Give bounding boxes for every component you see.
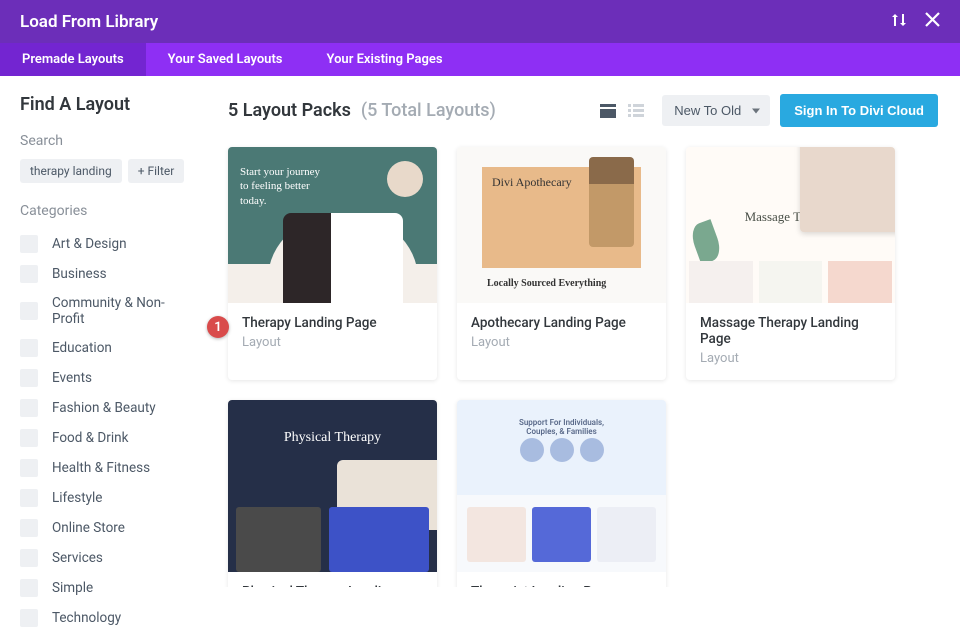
thumb-headline: Start your journey to feeling better tod… xyxy=(240,165,330,208)
category-label: Community & Non-Profit xyxy=(52,295,190,327)
checkbox-icon[interactable] xyxy=(20,489,38,507)
category-label: Fashion & Beauty xyxy=(52,400,156,416)
results-count: 5 Layout Packs xyxy=(228,100,351,121)
checkbox-icon[interactable] xyxy=(20,609,38,627)
checkbox-icon[interactable] xyxy=(20,265,38,283)
sort-icon[interactable] xyxy=(891,12,907,32)
card-thumbnail: Massage Therapy xyxy=(686,147,895,303)
category-label: Food & Drink xyxy=(52,430,128,446)
card-subtitle: Layout xyxy=(700,351,881,366)
category-item[interactable]: Fashion & Beauty xyxy=(20,393,190,423)
category-label: Art & Design xyxy=(52,236,127,252)
category-label: Services xyxy=(52,550,103,566)
category-label: Health & Fitness xyxy=(52,460,150,476)
category-item[interactable]: Events xyxy=(20,363,190,393)
category-label: Technology xyxy=(52,610,121,626)
category-label: Simple xyxy=(52,580,93,596)
category-label: Business xyxy=(52,266,107,282)
checkbox-icon[interactable] xyxy=(20,459,38,477)
sidebar: Find A Layout Search therapy landing + F… xyxy=(0,76,210,587)
filter-button[interactable]: + Filter xyxy=(128,159,185,183)
step-badge: 1 xyxy=(207,316,229,338)
modal-title: Load From Library xyxy=(20,12,891,32)
list-view-icon[interactable] xyxy=(628,104,644,118)
layout-card[interactable]: Divi Apothecary Locally Sourced Everythi… xyxy=(457,147,666,380)
category-item[interactable]: Lifestyle xyxy=(20,483,190,513)
card-thumbnail: Divi Apothecary Locally Sourced Everythi… xyxy=(457,147,666,303)
layout-grid: Start your journey to feeling better tod… xyxy=(228,147,938,587)
category-item[interactable]: Simple xyxy=(20,573,190,603)
checkbox-icon[interactable] xyxy=(20,549,38,567)
sort-select[interactable]: New To Old xyxy=(662,95,770,126)
card-title: Massage Therapy Landing Page xyxy=(700,315,881,347)
tab-existing-pages[interactable]: Your Existing Pages xyxy=(305,43,465,76)
layout-card[interactable]: Physical Therapy Physical Therapy Landin… xyxy=(228,400,437,587)
card-subtitle: Layout xyxy=(242,335,423,350)
layout-card[interactable]: Massage Therapy Massage Therapy Landing … xyxy=(686,147,895,380)
grid-view-icon[interactable] xyxy=(600,104,616,118)
category-item[interactable]: Education xyxy=(20,333,190,363)
card-thumbnail: Physical Therapy xyxy=(228,400,437,572)
checkbox-icon[interactable] xyxy=(20,429,38,447)
search-tag[interactable]: therapy landing xyxy=(20,159,122,183)
category-item[interactable]: Art & Design xyxy=(20,229,190,259)
layout-card[interactable]: Support For Individuals, Couples, & Fami… xyxy=(457,400,666,587)
checkbox-icon[interactable] xyxy=(20,399,38,417)
card-thumbnail: Support For Individuals, Couples, & Fami… xyxy=(457,400,666,572)
card-thumbnail: Start your journey to feeling better tod… xyxy=(228,147,437,303)
thumb-headline: Support For Individuals, Couples, & Fami… xyxy=(509,418,614,436)
thumb-headline: Physical Therapy xyxy=(284,430,381,445)
layout-card[interactable]: Start your journey to feeling better tod… xyxy=(228,147,437,380)
category-item[interactable]: Online Store xyxy=(20,513,190,543)
results-subtitle: (5 Total Layouts) xyxy=(361,100,496,121)
category-item[interactable]: Business xyxy=(20,259,190,289)
thumb-tag: Locally Sourced Everything xyxy=(487,278,606,289)
thumb-brand: Divi Apothecary xyxy=(492,175,572,190)
category-label: Online Store xyxy=(52,520,125,536)
sidebar-title: Find A Layout xyxy=(20,94,190,115)
category-item[interactable]: Technology xyxy=(20,603,190,633)
category-item[interactable]: Food & Drink xyxy=(20,423,190,453)
tab-bar: Premade Layouts Your Saved Layouts Your … xyxy=(0,43,960,76)
content-area: 5 Layout Packs (5 Total Layouts) New To … xyxy=(210,76,960,587)
checkbox-icon[interactable] xyxy=(20,302,38,320)
sign-in-cloud-button[interactable]: Sign In To Divi Cloud xyxy=(780,94,938,127)
category-label: Lifestyle xyxy=(52,490,102,506)
checkbox-icon[interactable] xyxy=(20,579,38,597)
category-label: Education xyxy=(52,340,112,356)
category-label: Events xyxy=(52,370,92,386)
card-subtitle: Layout xyxy=(471,335,652,350)
modal-header: Load From Library xyxy=(0,0,960,43)
checkbox-icon[interactable] xyxy=(20,369,38,387)
tab-premade-layouts[interactable]: Premade Layouts xyxy=(0,43,146,76)
checkbox-icon[interactable] xyxy=(20,235,38,253)
category-item[interactable]: Services xyxy=(20,543,190,573)
close-icon[interactable] xyxy=(925,12,940,31)
categories-list: Art & Design Business Community & Non-Pr… xyxy=(20,229,190,633)
category-item[interactable]: Health & Fitness xyxy=(20,453,190,483)
card-title: Therapy Landing Page xyxy=(242,315,423,331)
card-title: Apothecary Landing Page xyxy=(471,315,652,331)
search-label: Search xyxy=(20,133,190,149)
tab-saved-layouts[interactable]: Your Saved Layouts xyxy=(146,43,305,76)
categories-label: Categories xyxy=(20,203,190,219)
checkbox-icon[interactable] xyxy=(20,339,38,357)
category-item[interactable]: Community & Non-Profit xyxy=(20,289,190,333)
checkbox-icon[interactable] xyxy=(20,519,38,537)
